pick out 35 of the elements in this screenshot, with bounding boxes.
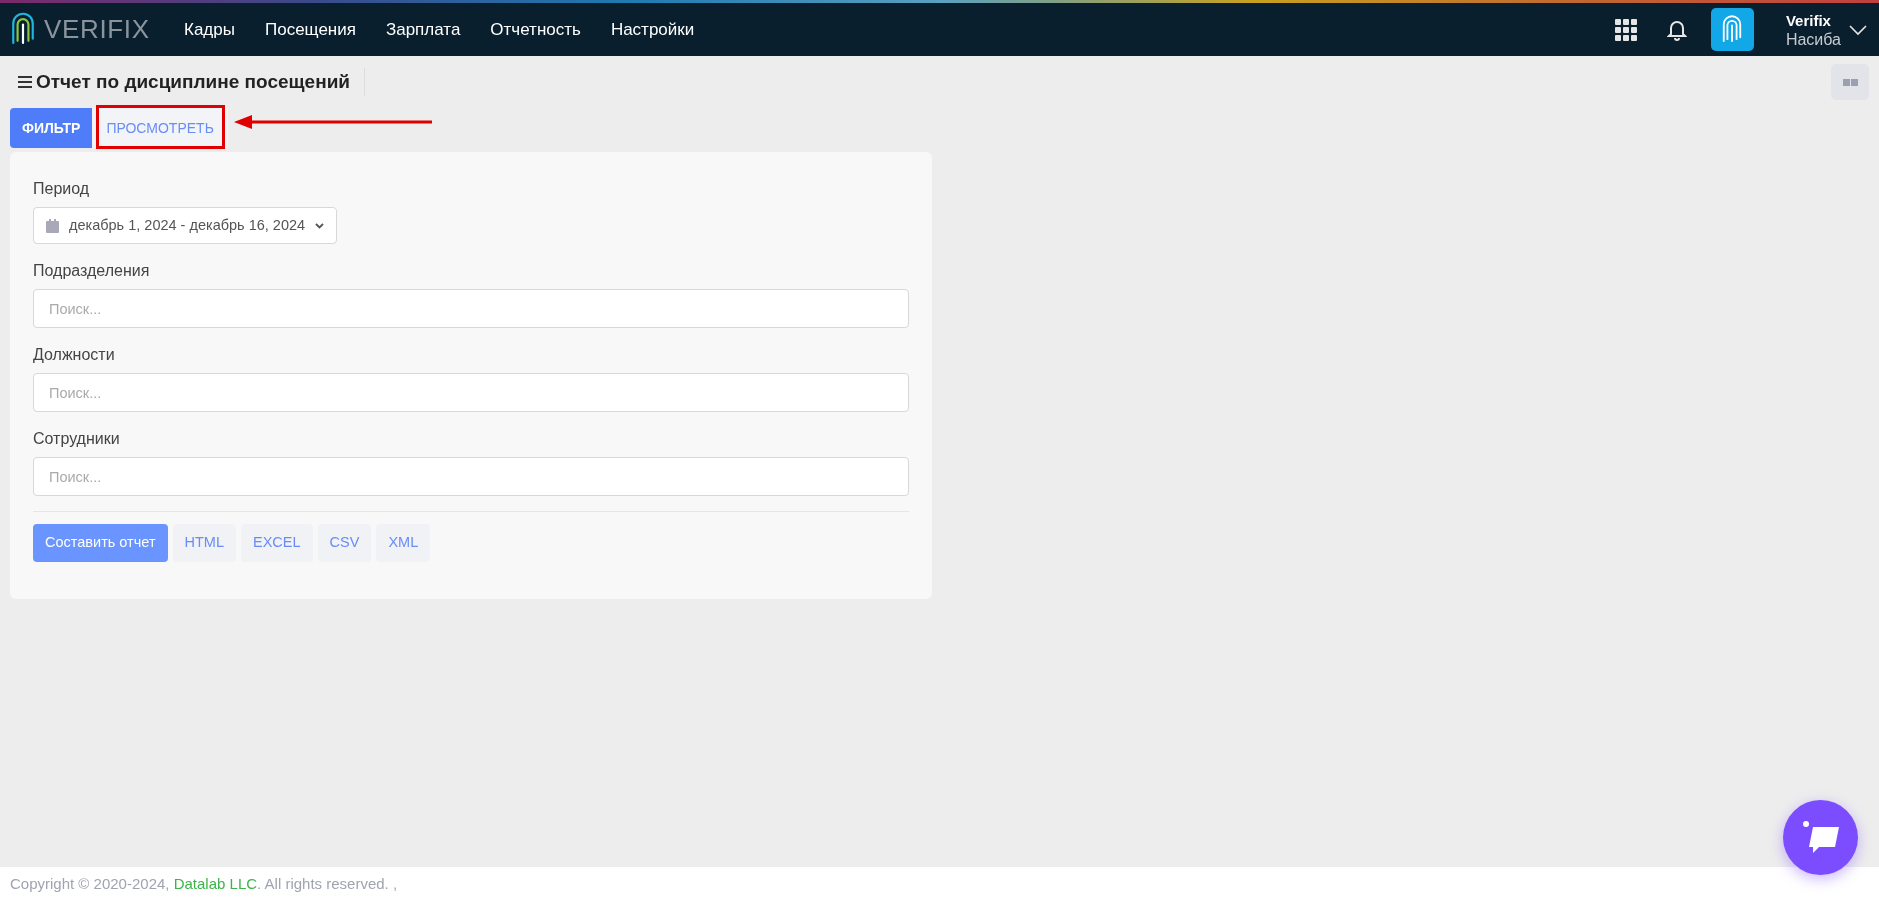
generate-report-button[interactable]: Составить отчет — [33, 524, 168, 562]
fingerprint-icon — [1721, 14, 1744, 45]
search-field[interactable]: Поиск... — [33, 289, 909, 328]
export-button[interactable]: HTML — [172, 524, 236, 562]
logo-text: VERIFIX — [44, 13, 150, 46]
field-label: Сотрудники — [33, 429, 121, 449]
tab[interactable]: ПРОСМОТРЕТЬ — [92, 108, 228, 148]
nav-link[interactable]: Кадры — [182, 16, 237, 43]
nav-link[interactable]: Настройки — [608, 16, 697, 43]
company-name: Verifix — [1785, 10, 1832, 30]
field-label: Подразделения — [33, 261, 151, 281]
user-name: Насиба — [1785, 29, 1841, 49]
export-button[interactable]: XML — [376, 524, 431, 562]
field-label: Должности — [33, 345, 116, 365]
nav-link[interactable]: Отчетность — [488, 16, 583, 43]
chevron-down-icon[interactable] — [1849, 23, 1867, 36]
nav-link[interactable]: Посещения — [262, 16, 358, 43]
copyright-text: Copyright © 2020-2024, Datalab LLC. All rights reserved. , — [10, 874, 398, 895]
chat-button[interactable] — [1783, 800, 1858, 875]
date-range-picker[interactable]: декабрь 1, 2024 - декабрь 16, 2024 — [33, 207, 338, 244]
search-field[interactable]: Поиск... — [33, 373, 909, 412]
export-button[interactable]: CSV — [317, 524, 372, 562]
chevron-down-icon — [315, 222, 325, 229]
export-button[interactable]: EXCEL — [241, 524, 313, 562]
nav-link[interactable]: Зарплата — [383, 16, 463, 43]
field-label: Период — [33, 179, 91, 199]
page-title: Отчет по дисциплине посещений — [36, 67, 365, 97]
chat-bubble-icon — [1800, 819, 1841, 856]
tab[interactable]: ФИЛЬТР — [10, 108, 93, 148]
menu-icon[interactable] — [18, 76, 32, 88]
search-field[interactable]: Поиск... — [33, 457, 909, 496]
avatar-tile[interactable] — [1710, 8, 1754, 51]
calendar-icon — [46, 218, 59, 233]
apps-grid-icon[interactable] — [1614, 18, 1637, 41]
bell-icon[interactable] — [1666, 18, 1687, 41]
